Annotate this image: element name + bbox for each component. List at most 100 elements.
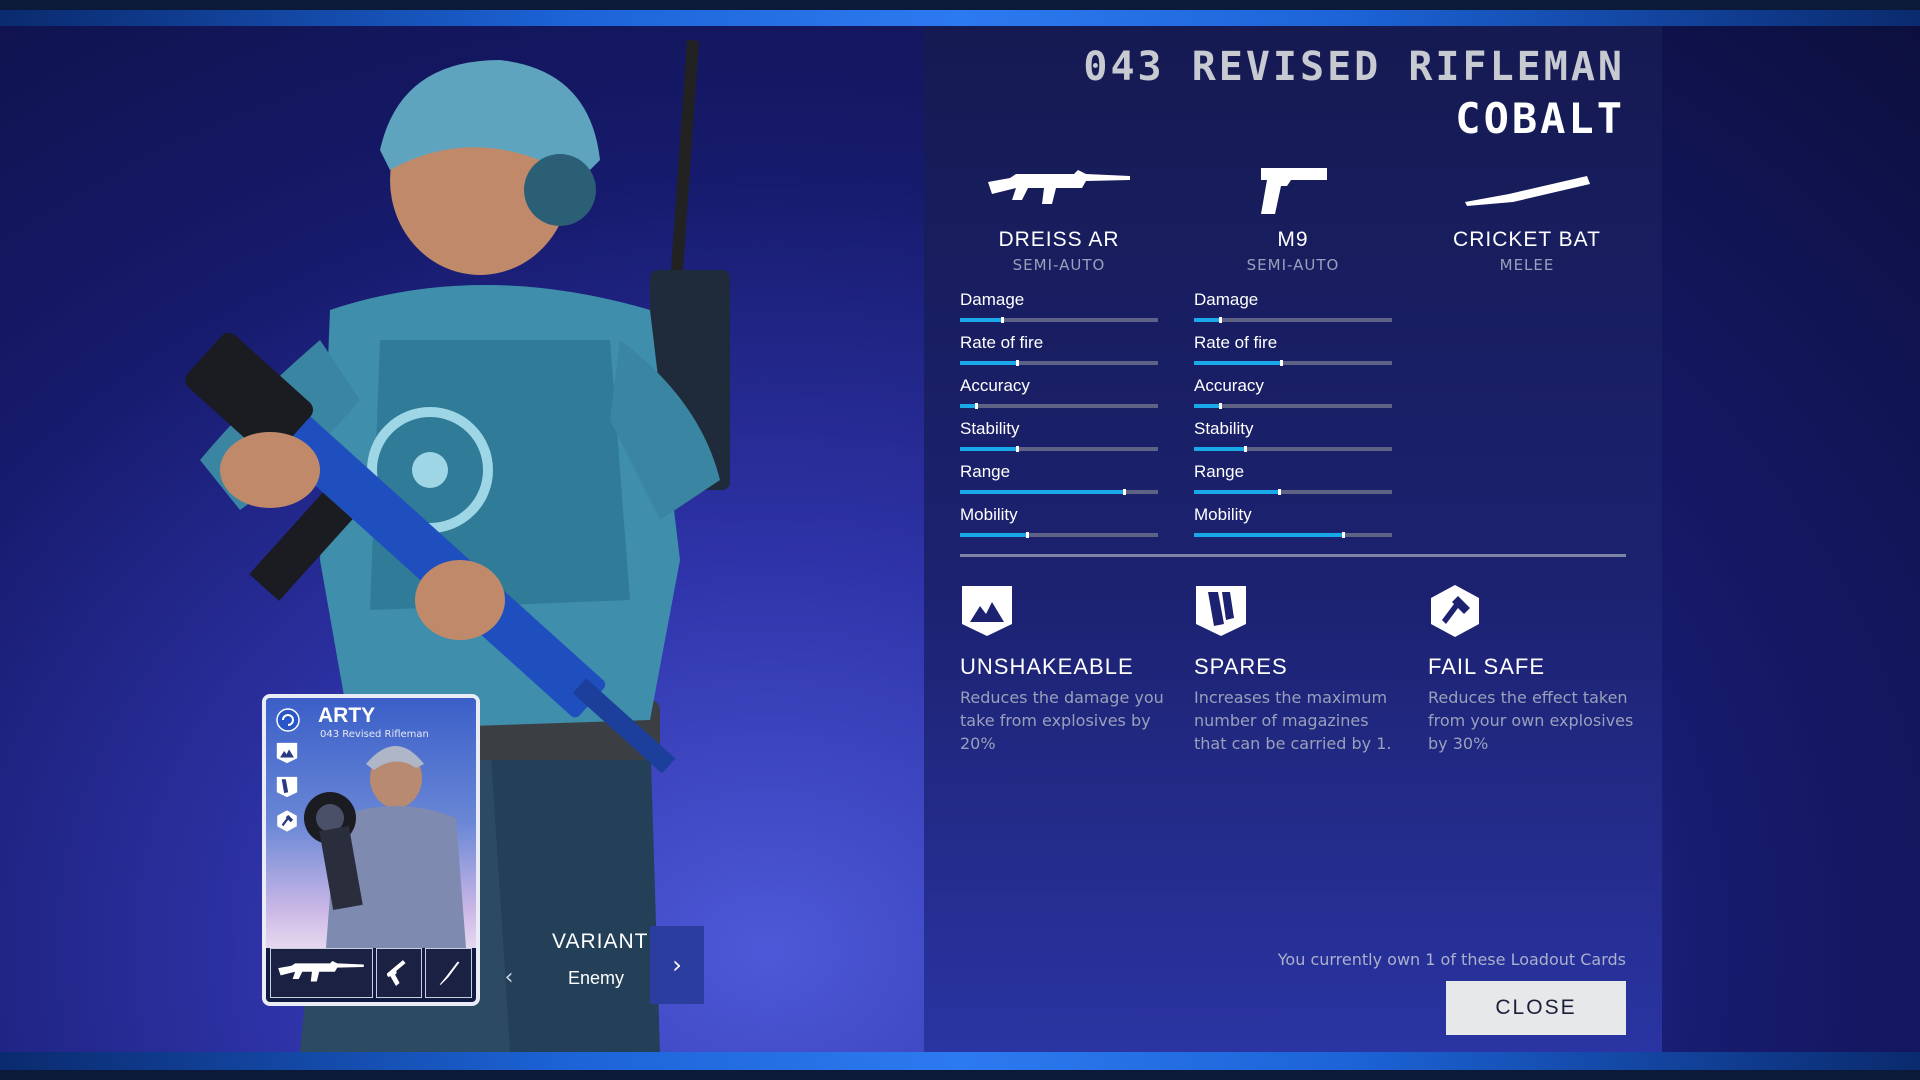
stat-label: Rate of fire [960, 333, 1044, 352]
bottom-border-stripe [0, 1052, 1920, 1080]
stat-track [960, 446, 1158, 452]
stat-label: Damage [1194, 290, 1259, 309]
stat-track [1194, 446, 1392, 452]
stat-fill [960, 532, 1030, 538]
stat-track [960, 403, 1158, 409]
primary-weapon-stats: Damage Rate of fire Accuracy Stability R… [960, 290, 1158, 548]
stat-track [1194, 403, 1392, 409]
card-subtitle: 043 Revised Rifleman [320, 729, 429, 740]
card-slot-melee [425, 948, 472, 998]
stat-fill [1194, 317, 1222, 323]
cricket-bat-icon [439, 961, 460, 985]
variant-title: COBALT [1455, 94, 1625, 143]
stat-accuracy: Accuracy [960, 376, 1158, 419]
weapon-primary: DREISS AR SEMI-AUTO [960, 160, 1158, 274]
stat-label: Accuracy [1194, 376, 1264, 395]
top-border-stripe [0, 0, 1920, 26]
stat-fill [960, 403, 978, 409]
perk-name: UNSHAKEABLE [960, 654, 1134, 679]
stat-label: Stability [1194, 419, 1254, 438]
stat-damage: Damage [960, 290, 1158, 333]
stat-fill [1194, 489, 1282, 495]
stat-fill [1194, 360, 1284, 366]
stat-mobility: Mobility [1194, 505, 1392, 548]
card-slot-secondary [375, 948, 423, 998]
stat-damage: Damage [1194, 290, 1392, 333]
stat-mobility: Mobility [960, 505, 1158, 548]
cricket-bat-icon [1428, 160, 1626, 220]
mountain-shield-icon [276, 742, 300, 766]
weapon-secondary: M9 SEMI-AUTO [1194, 160, 1392, 274]
variant-prev-button[interactable]: ‹ [494, 960, 524, 994]
weapon-fire-mode: SEMI-AUTO [1012, 256, 1106, 274]
card-slot-primary [270, 948, 373, 998]
magazines-icon [1196, 586, 1246, 636]
chevron-right-icon: › [672, 951, 682, 979]
perk-description: Reduces the effect taken from your own e… [1428, 688, 1634, 753]
ownership-text: You currently own 1 of these Loadout Car… [1277, 950, 1626, 969]
stat-fill [960, 446, 1020, 452]
stat-track [960, 532, 1158, 538]
variant-label: VARIANT [552, 930, 649, 953]
stat-range: Range [960, 462, 1158, 505]
stat-track [1194, 489, 1392, 495]
stat-track [960, 360, 1158, 366]
pistol-icon [387, 960, 406, 986]
weapon-fire-mode: SEMI-AUTO [1246, 256, 1340, 274]
stat-track [1194, 360, 1392, 366]
detonator-icon [1431, 585, 1479, 637]
stat-fill [960, 489, 1127, 495]
mountain-shield-icon [962, 586, 1012, 636]
perk-description: Reduces the damage you take from explosi… [960, 688, 1164, 753]
detonator-icon [276, 810, 300, 834]
stat-label: Mobility [1194, 505, 1252, 524]
card-emblem-icon [276, 708, 300, 732]
loadout-card[interactable]: ARTY 043 Revised Rifleman [262, 694, 480, 1006]
weapon-name: DREISS AR [998, 228, 1120, 251]
stat-label: Range [1194, 462, 1245, 481]
stat-track [1194, 532, 1392, 538]
perk-description: Increases the maximum number of magazine… [1194, 688, 1392, 753]
magazines-icon [276, 776, 300, 800]
section-divider [960, 554, 1626, 557]
stat-fill [960, 317, 1004, 323]
stat-accuracy: Accuracy [1194, 376, 1392, 419]
weapon-name: CRICKET BAT [1453, 228, 1601, 251]
stat-stability: Stability [1194, 419, 1392, 462]
perk-name: FAIL SAFE [1428, 654, 1546, 679]
weapon-melee: CRICKET BAT MELEE [1428, 160, 1626, 274]
perk-spares: SPARES Increases the maximum number of m… [1194, 584, 1404, 755]
secondary-weapon-stats: Damage Rate of fire Accuracy Stability R… [1194, 290, 1392, 548]
weapon-fire-mode: MELEE [1499, 256, 1555, 274]
stat-rate-of-fire: Rate of fire [960, 333, 1158, 376]
stat-track [960, 317, 1158, 323]
stat-label: Rate of fire [1194, 333, 1278, 352]
perk-name: SPARES [1194, 654, 1288, 679]
stat-label: Accuracy [960, 376, 1030, 395]
assault-rifle-icon [278, 960, 365, 982]
card-weapon-slots [270, 948, 472, 998]
stat-track [960, 489, 1158, 495]
variant-value: Enemy [568, 968, 625, 988]
card-name: ARTY [318, 704, 376, 727]
stat-track [1194, 317, 1392, 323]
loadout-title: 043 REVISED RIFLEMAN [1083, 44, 1625, 90]
stat-label: Damage [960, 290, 1025, 309]
assault-rifle-icon [960, 160, 1158, 220]
close-button[interactable]: CLOSE [1446, 981, 1626, 1035]
card-perk-icons [274, 708, 302, 834]
pistol-icon [1194, 160, 1392, 220]
stat-fill [1194, 532, 1344, 538]
stat-stability: Stability [960, 419, 1158, 462]
perk-fail-safe: FAIL SAFE Reduces the effect taken from … [1428, 584, 1638, 755]
weapon-name: M9 [1277, 228, 1309, 251]
variant-next-button[interactable]: › [650, 926, 704, 1004]
stat-range: Range [1194, 462, 1392, 505]
stat-fill [1194, 446, 1248, 452]
stat-fill [960, 360, 1020, 366]
stat-label: Stability [960, 419, 1020, 438]
stat-label: Mobility [960, 505, 1018, 524]
chevron-left-icon: ‹ [504, 964, 514, 990]
stat-rate-of-fire: Rate of fire [1194, 333, 1392, 376]
stat-label: Range [960, 462, 1011, 481]
